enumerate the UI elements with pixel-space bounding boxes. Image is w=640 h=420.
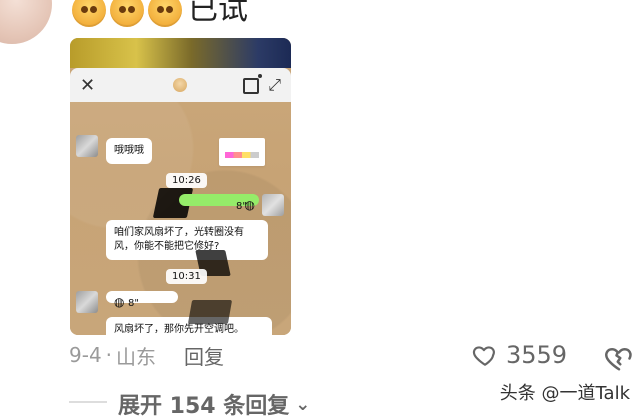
- chat-bubble-incoming-1: 哦哦哦: [106, 138, 152, 164]
- like-control[interactable]: 3559: [472, 339, 567, 371]
- chat-bubble-incoming-2: 咱们家风扇坏了，光转圈没有风，你能不能把它修好?: [106, 220, 268, 260]
- comment-meta-separator: ·: [105, 343, 113, 367]
- chat-avatar-left-2: [76, 291, 98, 313]
- chat-avatar-left-1: [76, 135, 98, 157]
- image-top-strip: [70, 38, 291, 70]
- voice-wave-icon-2: ◍: [114, 295, 125, 309]
- expand-icon[interactable]: ⤢: [268, 75, 281, 95]
- comment-text: 已试: [72, 0, 248, 27]
- user-avatar[interactable]: [0, 0, 52, 44]
- chat-bubble-voice-incoming[interactable]: ◍ 8": [106, 291, 178, 309]
- replies-divider: [69, 401, 107, 403]
- chat-time-2: 10:31: [166, 269, 207, 284]
- dog-avatar-icon: [173, 78, 187, 92]
- chat-bubble-incoming-1-text: 哦哦哦: [114, 145, 144, 156]
- expand-replies[interactable]: 展开 154 条回复 ⌄: [118, 389, 311, 420]
- comment-date: 9-4: [69, 343, 102, 367]
- brush-stroke-3: [187, 300, 233, 324]
- pensive-face-emoji-1: [72, 0, 106, 27]
- comment-text-label: 已试: [188, 0, 248, 27]
- chat-time-2-text: 10:31: [172, 271, 201, 282]
- share-icon[interactable]: [243, 74, 262, 94]
- comment-image[interactable]: ✕ ⤢ 哦哦哦 10:26 8" ◍ 咱们家风扇坏了，光转圈没有风，你能不能把它…: [70, 38, 291, 335]
- chevron-down-icon: ⌄: [295, 393, 311, 415]
- comment-meta: 9-4 · 山东 回复: [69, 339, 224, 371]
- heart-outline-icon[interactable]: [472, 342, 498, 368]
- comment-location: 山东: [116, 344, 157, 369]
- chat-top-bar: ✕ ⤢: [70, 68, 291, 102]
- chat-time-1: 10:26: [166, 173, 207, 188]
- close-icon[interactable]: ✕: [80, 75, 95, 96]
- broken-heart-icon[interactable]: [604, 343, 634, 373]
- like-count: 3559: [506, 341, 568, 369]
- reply-button[interactable]: 回复: [184, 341, 224, 370]
- chat-bubble-voice-incoming-duration: 8": [128, 298, 139, 309]
- chat-avatar-right-1: [262, 194, 284, 216]
- expand-replies-label: 展开 154 条回复: [118, 394, 290, 419]
- chat-bubble-incoming-3-text: 风扇坏了，那你先开空调吧。: [114, 324, 244, 335]
- chat-bubble-incoming-2-text: 咱们家风扇坏了，光转圈没有风，你能不能把它修好?: [114, 227, 244, 252]
- watermark: 头条 @一道Talk: [499, 383, 630, 404]
- mini-card: [219, 138, 265, 166]
- pensive-face-emoji-3: [148, 0, 182, 27]
- chat-bubble-voice-outgoing[interactable]: 8" ◍: [179, 194, 259, 212]
- chat-time-1-text: 10:26: [172, 175, 201, 186]
- voice-wave-icon: ◍: [244, 198, 255, 212]
- pensive-face-emoji-2: [110, 0, 144, 27]
